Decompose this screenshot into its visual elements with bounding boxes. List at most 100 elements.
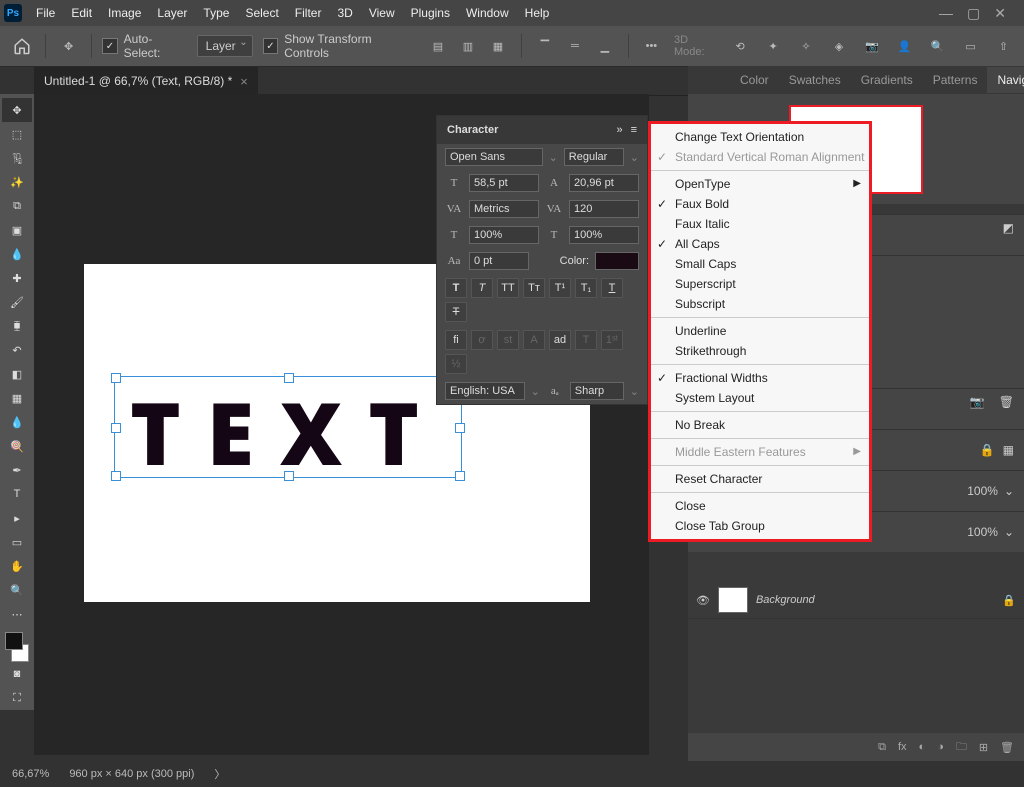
- fx-icon[interactable]: fx: [898, 741, 907, 753]
- 1st-button[interactable]: 1ˢᵗ: [601, 330, 623, 350]
- show-transform-checkbox[interactable]: ✓Show Transform Controls: [263, 32, 415, 60]
- doc-info[interactable]: 960 px × 640 px (300 ppi): [69, 768, 194, 780]
- titling-button[interactable]: A: [523, 330, 545, 350]
- delete-layer-icon[interactable]: 🗑: [1000, 741, 1014, 754]
- menu-layer[interactable]: Layer: [149, 2, 195, 24]
- visibility-icon[interactable]: 👁: [696, 594, 710, 607]
- eyedropper-tool[interactable]: 💧: [2, 242, 32, 266]
- menu-3d[interactable]: 3D: [329, 2, 360, 24]
- lock-icon[interactable]: 🔒: [1002, 594, 1016, 607]
- foreground-color[interactable]: [5, 632, 23, 650]
- character-panel[interactable]: Character » ≡ Open Sans ⌄ Regular ⌄ T 58…: [436, 115, 648, 405]
- panel-collapse-icon[interactable]: »: [616, 124, 622, 136]
- shape-tool[interactable]: ▭: [2, 530, 32, 554]
- menu-item-no-break[interactable]: No Break: [651, 415, 869, 435]
- mask-icon[interactable]: ◐: [919, 741, 926, 753]
- home-button[interactable]: [8, 32, 35, 60]
- healing-tool[interactable]: ✚: [2, 266, 32, 290]
- strike-button[interactable]: T: [445, 302, 467, 322]
- vertical-scale-field[interactable]: 100%: [469, 226, 539, 244]
- screen-mode-tool[interactable]: ⛶: [2, 686, 32, 710]
- 3d-roll-icon[interactable]: ✦: [761, 33, 786, 59]
- contextual-button[interactable]: ơ: [471, 330, 493, 350]
- kerning-field[interactable]: Metrics: [469, 200, 539, 218]
- menu-file[interactable]: File: [28, 2, 63, 24]
- smallcaps-button[interactable]: Tᴛ: [523, 278, 545, 298]
- adjustments-icon[interactable]: ◩: [1003, 221, 1014, 249]
- layers-panel[interactable]: 👁 Background 🔒: [688, 552, 1024, 733]
- subscript-button[interactable]: T₁: [575, 278, 597, 298]
- more-options-icon[interactable]: •••: [639, 33, 664, 59]
- tab-swatches[interactable]: Swatches: [779, 67, 851, 93]
- align-left-icon[interactable]: ▤: [425, 33, 451, 59]
- new-layer-icon[interactable]: ⊞: [979, 741, 988, 754]
- 3d-camera-icon[interactable]: 📷: [859, 33, 884, 59]
- zoom-tool[interactable]: 🔍: [2, 578, 32, 602]
- stamp-tool[interactable]: ⧯: [2, 314, 32, 338]
- dodge-tool[interactable]: 🍭: [2, 434, 32, 458]
- maximize-button[interactable]: ▢: [967, 5, 980, 22]
- ligature-button[interactable]: fi: [445, 330, 467, 350]
- brush-tool[interactable]: 🖌: [2, 290, 32, 314]
- menu-view[interactable]: View: [361, 2, 403, 24]
- panel-menu-icon[interactable]: ≡: [631, 124, 637, 136]
- handle-top-middle[interactable]: [284, 373, 294, 383]
- align-bottom-icon[interactable]: ▁: [592, 33, 618, 59]
- 3d-pan-icon[interactable]: ✧: [794, 33, 819, 59]
- menu-item-change-text-orientation[interactable]: Change Text Orientation: [651, 127, 869, 147]
- bold-button[interactable]: T: [445, 278, 467, 298]
- crop-tool[interactable]: ⧉: [2, 194, 32, 218]
- handle-middle-left[interactable]: [111, 423, 121, 433]
- menu-plugins[interactable]: Plugins: [403, 2, 458, 24]
- menu-select[interactable]: Select: [237, 2, 286, 24]
- menu-item-strikethrough[interactable]: Strikethrough: [651, 341, 869, 361]
- superscript-button[interactable]: T¹: [549, 278, 571, 298]
- font-style-field[interactable]: Regular: [564, 148, 624, 166]
- share-icon[interactable]: ⇧: [991, 33, 1016, 59]
- swash-button[interactable]: st: [497, 330, 519, 350]
- baseline-shift-field[interactable]: 0 pt: [469, 252, 529, 270]
- pen-tool[interactable]: ✒: [2, 458, 32, 482]
- tab-patterns[interactable]: Patterns: [923, 67, 988, 93]
- move-tool[interactable]: ✥: [2, 98, 32, 122]
- close-tab-icon[interactable]: ×: [240, 74, 248, 89]
- magic-wand-tool[interactable]: ✨: [2, 170, 32, 194]
- menu-item-faux-bold[interactable]: Faux Bold✓: [651, 194, 869, 214]
- italic-button[interactable]: T: [471, 278, 493, 298]
- ordinals-button[interactable]: T: [575, 330, 597, 350]
- color-swatches[interactable]: [2, 632, 32, 662]
- layer-thumbnail[interactable]: [718, 587, 748, 613]
- menu-edit[interactable]: Edit: [63, 2, 100, 24]
- text-color-swatch[interactable]: [595, 252, 639, 270]
- menu-item-subscript[interactable]: Subscript: [651, 294, 869, 314]
- camera-icon[interactable]: 📷: [970, 395, 985, 423]
- blur-tool[interactable]: 💧: [2, 410, 32, 434]
- antialias-field[interactable]: Sharp: [570, 382, 624, 400]
- edit-toolbar[interactable]: ⋯: [2, 602, 32, 626]
- handle-middle-right[interactable]: [455, 423, 465, 433]
- menu-item-system-layout[interactable]: System Layout: [651, 388, 869, 408]
- menu-item-faux-italic[interactable]: Faux Italic: [651, 214, 869, 234]
- leading-field[interactable]: 20,96 pt: [569, 174, 639, 192]
- type-tool[interactable]: T: [2, 482, 32, 506]
- trash-icon[interactable]: 🗑: [999, 395, 1014, 423]
- tab-color[interactable]: Color: [730, 67, 779, 93]
- menu-item-all-caps[interactable]: All Caps✓: [651, 234, 869, 254]
- zoom-level[interactable]: 66,67%: [12, 768, 49, 780]
- menu-item-fractional-widths[interactable]: Fractional Widths✓: [651, 368, 869, 388]
- layer-name[interactable]: Background: [756, 594, 815, 606]
- minimize-button[interactable]: —: [939, 5, 953, 22]
- group-icon[interactable]: 🗀: [956, 738, 967, 757]
- eraser-tool[interactable]: ◧: [2, 362, 32, 386]
- handle-bottom-right[interactable]: [455, 471, 465, 481]
- gradient-tool[interactable]: ▦: [2, 386, 32, 410]
- close-button[interactable]: ✕: [994, 5, 1006, 22]
- menu-item-superscript[interactable]: Superscript: [651, 274, 869, 294]
- hand-tool[interactable]: ✋: [2, 554, 32, 578]
- document-tab[interactable]: Untitled-1 @ 66,7% (Text, RGB/8) * ×: [34, 67, 258, 95]
- fraction-button[interactable]: ½: [445, 354, 467, 374]
- quick-mask-tool[interactable]: ◙: [2, 662, 32, 686]
- tab-navigator[interactable]: Navigator: [987, 67, 1024, 93]
- menu-item-close[interactable]: Close: [651, 496, 869, 516]
- handle-bottom-middle[interactable]: [284, 471, 294, 481]
